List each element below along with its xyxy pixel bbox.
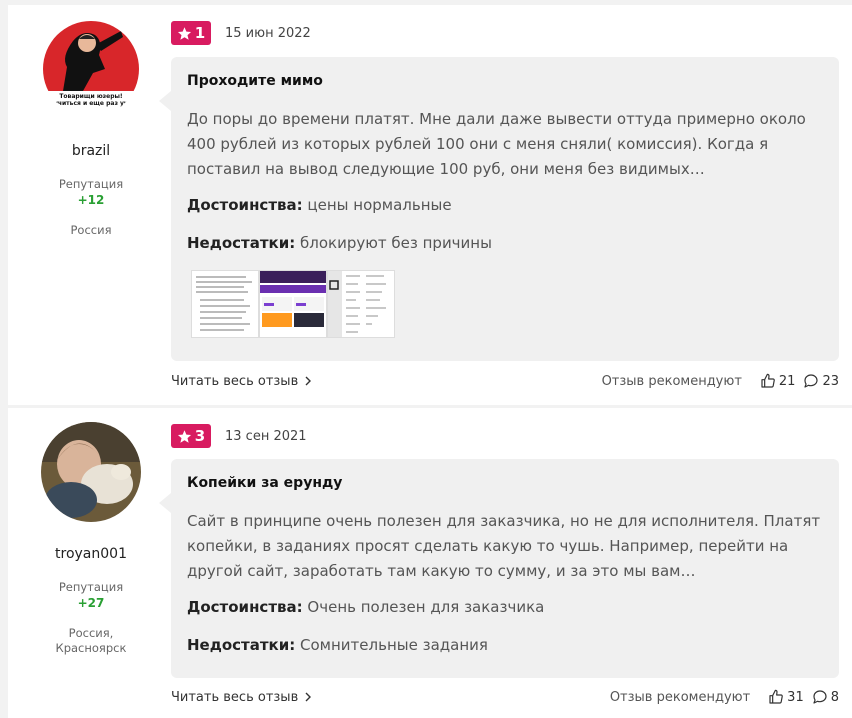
review-images [187,270,823,338]
chevron-right-icon [305,692,312,702]
avatar[interactable]: Товарищи юзеры! учиться и еще раз уч [43,21,139,117]
rating-badge: 3 [171,424,211,448]
review-date: 13 сен 2021 [225,428,307,444]
reputation-label: Репутация [58,177,124,191]
username[interactable]: brazil [26,143,156,159]
likes-count: 21 [778,373,796,389]
reputation-value: +12 [77,193,105,207]
rating-value: 1 [194,24,206,42]
pros-text: Очень полезен для заказчика [307,598,545,616]
comments-button[interactable]: 8 [812,689,839,705]
review-header: 1 15 июн 2022 [171,21,311,45]
pros-label: Достоинства: [187,598,303,616]
recommend-label: Отзыв рекомендуют [601,373,742,389]
username[interactable]: troyan001 [26,546,156,562]
read-more-label: Читать весь отзыв [171,373,299,389]
review-body: Копейки за ерунду Сайт в принципе очень … [159,459,839,678]
review-image-thumbnail[interactable] [259,270,327,338]
read-full-review-link[interactable]: Читать весь отзыв [171,690,312,705]
thumbs-up-icon [769,689,783,704]
comment-icon [813,690,827,704]
cons-text: блокируют без причины [300,234,492,252]
review-text: До поры до времени платят. Мне дали даже… [187,110,806,178]
review-text: Сайт в принципе очень полезен для заказч… [187,512,821,580]
like-button[interactable]: 31 [768,689,804,705]
review-cons: Недостатки: блокируют без причины [187,234,823,252]
reputation-label: Репутация [58,580,124,594]
review-title[interactable]: Проходите мимо [187,73,823,89]
user-location: Россия, Красноярск [55,626,127,655]
review-pros: Достоинства: Очень полезен для заказчика [187,598,823,616]
comments-count: 8 [830,689,839,705]
like-button[interactable]: 21 [760,373,796,389]
review-author: Товарищи юзеры! учиться и еще раз уч bra… [26,21,156,238]
avatar[interactable] [41,422,141,522]
star-icon [177,26,191,40]
review-image-thumbnail[interactable] [327,270,395,338]
review-pros: Достоинства: цены нормальные [187,196,823,214]
reputation-value: +27 [77,596,105,610]
comment-icon [804,374,819,388]
user-location: Россия [70,223,112,237]
review-card: troyan001 Репутация +27 Россия, Краснояр… [8,408,852,718]
review-card: Товарищи юзеры! учиться и еще раз уч bra… [8,5,852,405]
review-author: troyan001 Репутация +27 Россия, Краснояр… [26,422,156,656]
pros-text: цены нормальные [307,196,452,214]
recommend-label: Отзыв рекомендуют [609,689,751,705]
likes-count: 31 [787,689,804,705]
review-title[interactable]: Копейки за ерунду [187,475,823,491]
reviews-page: Товарищи юзеры! учиться и еще раз уч bra… [0,0,852,718]
star-icon [177,429,191,443]
review-cons: Недостатки: Сомнительные задания [187,636,823,654]
comments-count: 23 [822,373,839,389]
rating-badge: 1 [171,21,211,45]
cons-label: Недостатки: [187,234,296,252]
pros-label: Достоинства: [187,196,303,214]
review-body: Проходите мимо До поры до времени платят… [159,57,839,361]
review-image-thumbnail[interactable] [191,270,259,338]
cons-text: Сомнительные задания [300,636,488,654]
chevron-right-icon [305,376,312,386]
cons-label: Недостатки: [187,636,296,654]
avatar-caption: Товарищи юзеры! учиться и еще раз уч [53,93,129,107]
review-footer: Читать весь отзыв Отзыв рекомендуют 31 8 [171,689,839,705]
rating-value: 3 [194,427,206,445]
review-header: 3 13 сен 2021 [171,424,307,448]
review-date: 15 июн 2022 [225,25,311,41]
read-more-label: Читать весь отзыв [171,689,299,705]
read-full-review-link[interactable]: Читать весь отзыв [171,374,312,389]
comments-button[interactable]: 23 [803,373,839,389]
review-footer: Читать весь отзыв Отзыв рекомендуют 21 2… [171,373,839,389]
thumbs-up-icon [761,373,775,388]
